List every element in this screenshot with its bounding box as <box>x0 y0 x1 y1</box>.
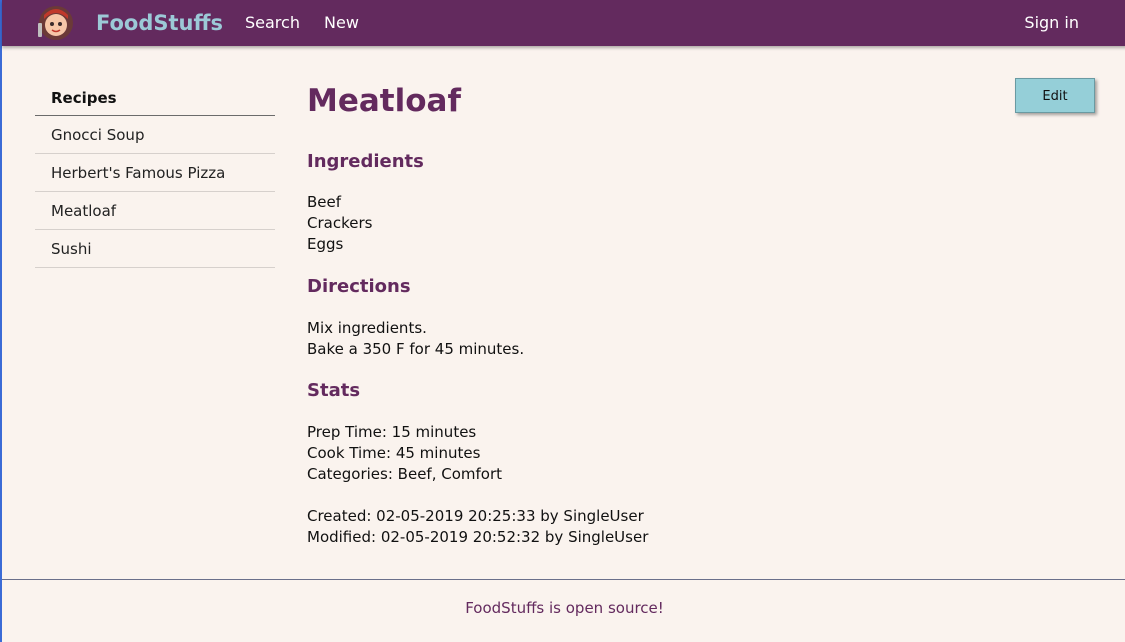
ingredient-item: Eggs <box>307 235 344 253</box>
cook-time: Cook Time: 45 minutes <box>307 444 481 462</box>
edit-button[interactable]: Edit <box>1015 78 1095 113</box>
recipe-detail: Meatloaf Ingredients Beef Crackers Eggs … <box>307 80 1097 546</box>
modified-info: Modified: 02-05-2019 20:52:32 by SingleU… <box>307 528 649 546</box>
page-footer: FoodStuffs is open source! <box>2 579 1125 642</box>
stats-list: Prep Time: 15 minutes Cook Time: 45 minu… <box>307 422 502 485</box>
footer-text: FoodStuffs is open source! <box>465 599 664 617</box>
stats-heading: Stats <box>307 380 361 401</box>
sidebar-item-gnocci-soup[interactable]: Gnocci Soup <box>35 116 275 154</box>
top-navbar: FoodStuffs Search New Sign in <box>2 0 1125 46</box>
categories: Categories: Beef, Comfort <box>307 465 503 483</box>
created-info: Created: 02-05-2019 20:25:33 by SingleUs… <box>307 507 644 525</box>
brand-name[interactable]: FoodStuffs <box>96 9 223 37</box>
sidebar-header: Recipes <box>35 85 275 116</box>
ingredients-heading: Ingredients <box>307 151 424 172</box>
ingredient-item: Crackers <box>307 214 373 232</box>
sidebar-item-sushi[interactable]: Sushi <box>35 230 275 268</box>
directions-list: Mix ingredients. Bake a 350 F for 45 min… <box>307 318 524 360</box>
chef-logo-icon[interactable] <box>34 5 78 41</box>
prep-time: Prep Time: 15 minutes <box>307 423 477 441</box>
sidebar-item-herberts-famous-pizza[interactable]: Herbert's Famous Pizza <box>35 154 275 192</box>
recipe-title: Meatloaf <box>307 83 461 119</box>
recipes-sidebar: Recipes Gnocci Soup Herbert's Famous Piz… <box>35 85 275 268</box>
directions-heading: Directions <box>307 276 411 297</box>
direction-line: Bake a 350 F for 45 minutes. <box>307 340 525 358</box>
nav-new-link[interactable]: New <box>324 12 359 34</box>
sidebar-item-meatloaf[interactable]: Meatloaf <box>35 192 275 230</box>
direction-line: Mix ingredients. <box>307 319 427 337</box>
ingredient-item: Beef <box>307 193 342 211</box>
sign-in-link[interactable]: Sign in <box>1024 12 1079 34</box>
nav-search-link[interactable]: Search <box>245 12 300 34</box>
ingredients-list: Beef Crackers Eggs <box>307 192 372 255</box>
recipe-metadata: Created: 02-05-2019 20:25:33 by SingleUs… <box>307 506 648 548</box>
